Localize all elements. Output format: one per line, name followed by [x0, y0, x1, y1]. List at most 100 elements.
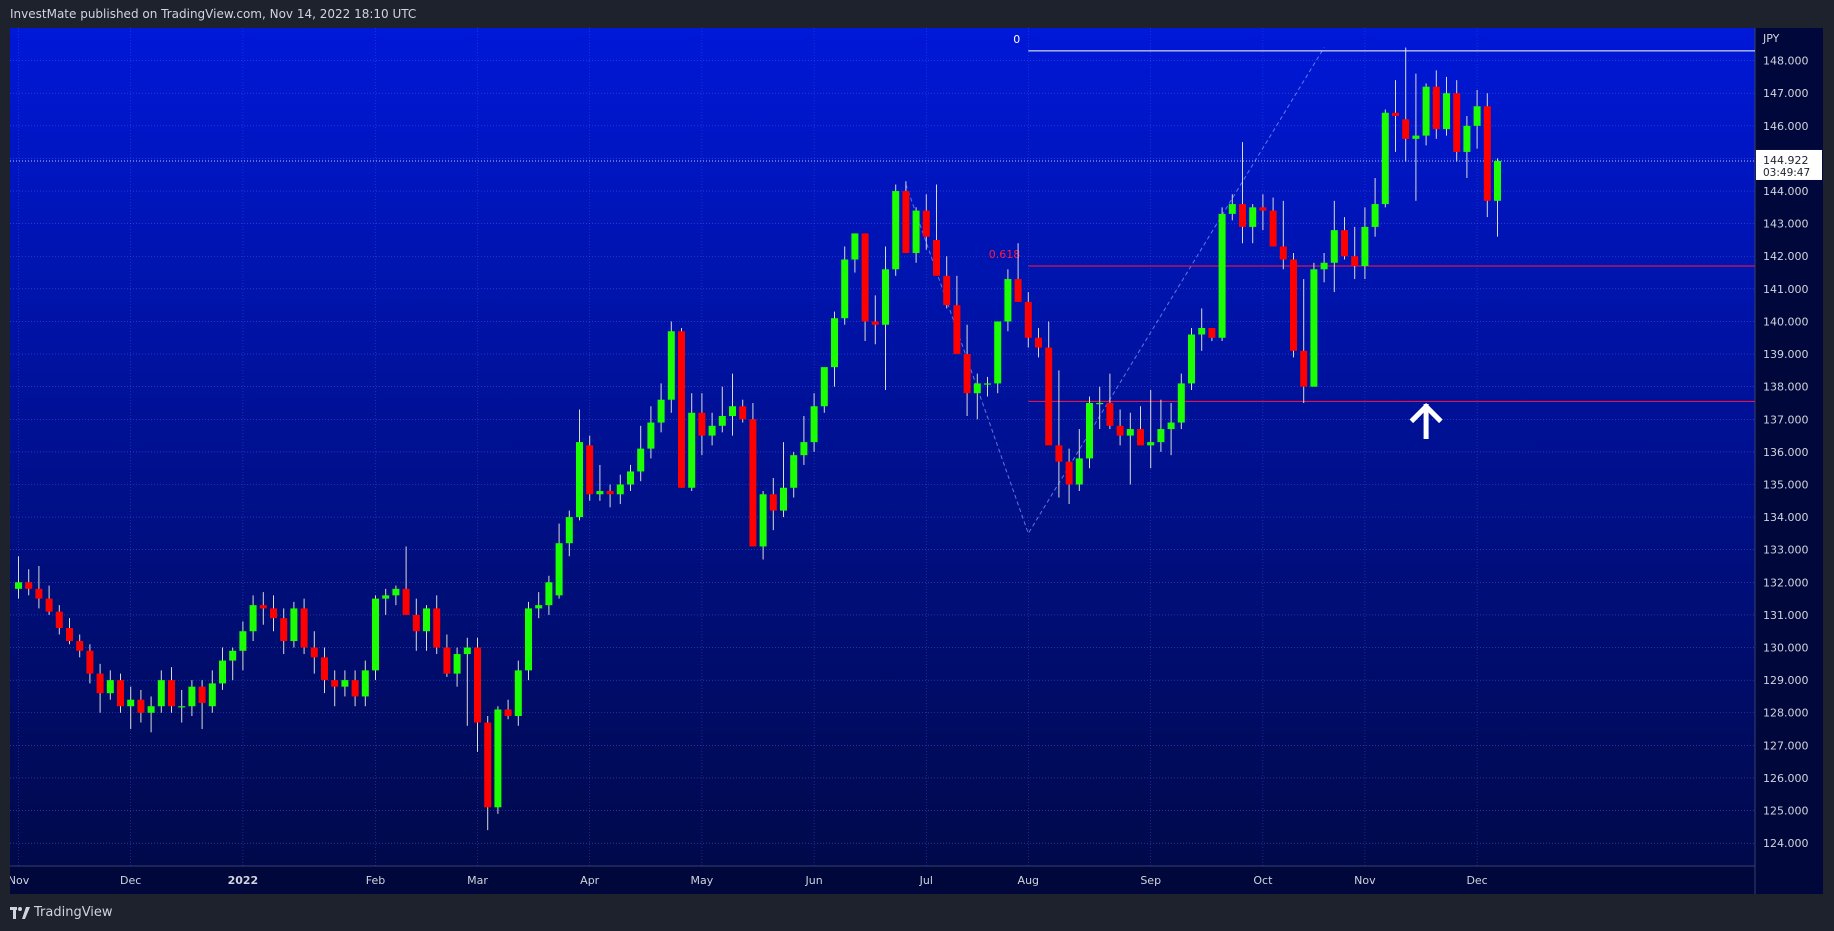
candle-body: [1198, 327, 1206, 335]
candle-body: [1392, 112, 1399, 117]
candle-body: [1381, 112, 1389, 205]
candle-body: [678, 331, 685, 488]
candle-body: [1443, 93, 1450, 130]
candle-body: [1351, 256, 1359, 267]
candle: [1086, 396, 1093, 469]
candle: [1290, 252, 1297, 358]
candle: [1483, 93, 1491, 218]
candle-body: [229, 650, 237, 661]
candle-body: [790, 455, 798, 488]
x-tick-label: Jun: [805, 874, 823, 887]
x-tick-label: 2022: [228, 874, 259, 887]
x-tick-label: Jul: [919, 874, 933, 887]
y-tick-label: 129.000: [1763, 674, 1809, 687]
x-tick-label: May: [691, 874, 714, 887]
candle-body: [137, 699, 145, 713]
candle-body: [739, 406, 747, 420]
candle: [994, 321, 1002, 394]
candle-body: [535, 605, 543, 609]
candle: [1310, 262, 1318, 387]
candle-body: [749, 419, 757, 547]
candle-body: [1004, 279, 1012, 322]
candle-body: [922, 210, 930, 237]
candle-body: [504, 709, 512, 717]
x-tick-label: Mar: [467, 874, 488, 887]
candle-body: [1341, 230, 1348, 257]
candle-body: [841, 259, 849, 319]
candle-body: [637, 448, 645, 472]
candle-body: [1188, 334, 1195, 384]
candle-body: [1330, 230, 1338, 263]
candle-body: [147, 706, 155, 713]
tradingview-logo-icon: [10, 906, 30, 919]
candle-body: [514, 670, 522, 717]
candle-body: [1279, 246, 1287, 260]
candle-body: [117, 680, 124, 707]
candle-body: [1320, 262, 1328, 270]
tradingview-logo[interactable]: TradingView: [10, 905, 113, 920]
candle-body: [453, 654, 461, 674]
candle-body: [1432, 86, 1440, 130]
candle-body: [168, 680, 175, 707]
y-tick-label: 138.000: [1763, 381, 1809, 394]
candle-body: [412, 614, 420, 632]
candle: [494, 706, 502, 814]
candle-body: [606, 491, 614, 495]
candle-body: [484, 722, 492, 808]
candle-body: [127, 699, 135, 707]
tradingview-brand-text: TradingView: [34, 905, 113, 920]
candle-body: [708, 425, 716, 436]
candle-body: [219, 660, 226, 684]
publish-header: InvestMate published on TradingView.com,…: [0, 0, 1834, 28]
x-tick-label: Oct: [1253, 874, 1273, 887]
y-tick-label: 136.000: [1763, 446, 1809, 459]
candle-body: [1147, 442, 1155, 446]
y-tick-label: 142.000: [1763, 250, 1809, 263]
candle-body: [392, 588, 400, 596]
candle-body: [1453, 93, 1461, 152]
candle: [514, 660, 522, 726]
y-tick-label: 140.000: [1763, 315, 1809, 328]
candle-body: [1412, 135, 1420, 139]
fib-level-label: 0.618: [989, 248, 1021, 261]
candle-body: [249, 605, 257, 632]
candle-body: [892, 191, 900, 270]
candle-body: [688, 412, 696, 488]
y-tick-label: 127.000: [1763, 739, 1809, 752]
candle-body: [576, 442, 583, 518]
candle-body: [1249, 207, 1257, 227]
y-tick-label: 144.000: [1763, 185, 1809, 198]
y-tick-label: 125.000: [1763, 805, 1809, 818]
chart-frame[interactable]: 124.000 125.000 126.000 127.000 128.000 129.0…: [8, 28, 1823, 894]
candle-body: [851, 233, 859, 260]
candle-body: [239, 631, 247, 651]
candle-body: [310, 647, 318, 658]
candle: [1218, 207, 1226, 342]
candle-body: [912, 210, 920, 253]
candle-body: [1463, 125, 1471, 152]
candle-body: [657, 399, 665, 423]
candle-body: [290, 608, 298, 642]
candle-body: [973, 383, 981, 394]
candle-body: [45, 598, 53, 612]
x-tick-label: Nov: [10, 874, 30, 887]
candle-body: [280, 618, 288, 642]
y-tick-label: 130.000: [1763, 642, 1809, 655]
candle-body: [1137, 429, 1144, 446]
x-tick-label: Feb: [366, 874, 385, 887]
price-chart[interactable]: 124.000 125.000 126.000 127.000 128.000 129.0…: [8, 28, 1823, 894]
candle-body: [627, 471, 634, 485]
plot-background: [10, 28, 1755, 866]
y-tick-label: 133.000: [1763, 544, 1809, 557]
x-tick-label: Apr: [580, 874, 600, 887]
candle-body: [402, 588, 410, 615]
candle-body: [270, 608, 277, 619]
x-tick-label: Sep: [1140, 874, 1161, 887]
candle-body: [1494, 160, 1501, 201]
candle-body: [596, 491, 604, 495]
candle-body: [474, 647, 481, 723]
candle-body: [1024, 301, 1032, 338]
last-price-value: 144.922: [1763, 154, 1809, 167]
candle-body: [1239, 204, 1246, 227]
candle-body: [86, 650, 94, 674]
